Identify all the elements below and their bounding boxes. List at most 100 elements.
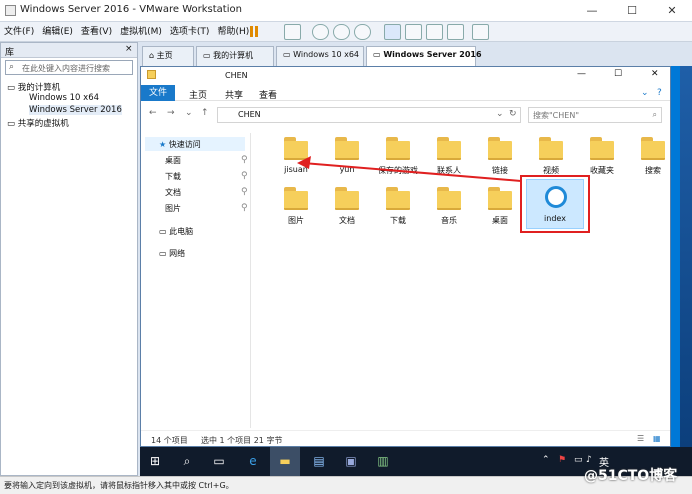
tray-up-icon[interactable]: ⌃ [542, 455, 550, 465]
watermark: @51CTO博客 [584, 468, 678, 484]
status-hint: 要将输入定向到该虚拟机，请将鼠标指针移入其中或按 Ctrl+G。 [4, 481, 234, 490]
large-icons-view-icon[interactable]: ▦ [653, 434, 661, 443]
nav-network[interactable]: ▭ 网络 [159, 248, 185, 262]
tab-home[interactable]: ⌂ 主页 [142, 46, 194, 66]
forward-arrow-icon[interactable]: → [167, 108, 175, 118]
tab-my-computer[interactable]: ▭ 我的计算机 [196, 46, 274, 66]
server-manager-icon[interactable]: ▤ [304, 447, 334, 476]
ribbon-file-tab[interactable]: 文件 [141, 85, 175, 101]
star-icon: ★ [159, 140, 169, 149]
minimize-button[interactable]: — [572, 0, 612, 22]
network-icon: ▭ [159, 249, 170, 258]
send-keys-icon[interactable] [284, 24, 301, 40]
tab-server2016[interactable]: ▭ Windows Server 2016 [366, 46, 482, 66]
vm-screen[interactable]: CHEN — ☐ ✕ 文件 主页 共享 查看 ⌄ ? ← → ⌄ ↑ CHEN … [140, 66, 692, 476]
library-search-placeholder: 在此处键入内容进行搜索 [22, 64, 110, 73]
library-view-icon[interactable] [384, 24, 401, 40]
tab-server2016-label: Windows Server 2016 [383, 50, 482, 59]
tree-vm-server2016-label: Windows Server 2016 [29, 105, 122, 115]
nav-downloads[interactable]: 下载 [165, 171, 181, 185]
search-icon[interactable]: ⌕ [172, 447, 202, 476]
dropdown-icon[interactable]: ⌄ [496, 109, 504, 119]
explorer-maximize-button[interactable]: ☐ [614, 69, 622, 79]
vm-icon: ▭ [283, 50, 294, 59]
internet-explorer-icon[interactable]: e [238, 447, 268, 476]
tree-shared-vms[interactable]: ▭ 共享的虚拟机 [7, 117, 69, 129]
explorer-close-button[interactable]: ✕ [651, 69, 659, 79]
fullscreen-icon[interactable] [426, 24, 443, 40]
tray-volume-icon[interactable]: ♪ [586, 455, 592, 465]
menu-view[interactable]: 查看(V) [77, 22, 116, 42]
network-app-icon[interactable]: ▣ [336, 447, 366, 476]
start-windows-icon[interactable]: ⊞ [140, 447, 170, 476]
details-view-icon[interactable]: ☰ [637, 434, 644, 443]
menu-tabs[interactable]: 选项卡(T) [166, 22, 214, 42]
ribbon-share-tab[interactable]: 共享 [225, 88, 243, 101]
up-arrow-icon[interactable]: ↑ [201, 108, 209, 118]
desktop-edge [680, 66, 692, 447]
nav-documents[interactable]: 文档 [165, 187, 181, 201]
chevron-down-icon[interactable]: ⌄ [641, 88, 649, 98]
tab-my-computer-label: 我的计算机 [213, 51, 254, 60]
address-bar-row: ← → ⌄ ↑ CHEN ⌄ ↻ 搜索"CHEN" ⌕ [141, 103, 670, 127]
thumbnail-view-icon[interactable] [405, 24, 422, 40]
app-icon[interactable]: ▥ [368, 447, 398, 476]
nav-desktop-label: 桌面 [165, 156, 181, 165]
folder-icon [147, 70, 156, 79]
maximize-button[interactable]: ☐ [612, 0, 652, 22]
window-title: Windows Server 2016 - VMware Workstation [20, 4, 242, 15]
library-title: 库 [5, 48, 15, 58]
pin-icon: ⚲ [241, 155, 248, 165]
ribbon-view-tab[interactable]: 查看 [259, 88, 277, 101]
explorer-statusbar: 14 个项目 选中 1 个项目 21 字节 ☰ ▦ [141, 430, 670, 447]
ribbon-home-tab[interactable]: 主页 [189, 88, 207, 101]
tree-shared-vms-label: 共享的虚拟机 [17, 119, 69, 129]
nav-quick-access-label: 快速访问 [168, 140, 201, 149]
search-icon: ⌕ [9, 62, 15, 72]
file-explorer-window: CHEN — ☐ ✕ 文件 主页 共享 查看 ⌄ ? ← → ⌄ ↑ CHEN … [140, 66, 671, 447]
back-arrow-icon[interactable]: ← [149, 108, 157, 118]
menu-file[interactable]: 文件(F) [0, 22, 38, 42]
pc-icon: ▭ [159, 227, 170, 236]
address-path: CHEN [238, 110, 261, 119]
menu-vm[interactable]: 虚拟机(M) [116, 22, 166, 42]
file-explorer-icon[interactable]: ▬ [270, 447, 300, 476]
console-view-icon[interactable] [472, 24, 489, 40]
pause-button[interactable] [248, 25, 260, 38]
library-search-input[interactable]: ⌕ 在此处键入内容进行搜索 [5, 60, 133, 75]
nav-downloads-label: 下载 [165, 172, 181, 181]
tree-my-computer[interactable]: ▭ 我的计算机 [7, 81, 60, 93]
snapshot-icon[interactable] [312, 24, 329, 40]
item-count: 14 个项目 [151, 436, 188, 445]
library-close-button[interactable]: × [125, 44, 133, 54]
vm-icon: ▭ [373, 50, 384, 59]
explorer-search-input[interactable]: 搜索"CHEN" ⌕ [528, 107, 662, 123]
nav-quick-access[interactable]: ★ 快速访问 [159, 139, 201, 153]
nav-desktop[interactable]: 桌面 [165, 155, 181, 169]
task-view-icon[interactable]: ▭ [204, 447, 234, 476]
library-header: 库 × [1, 43, 137, 58]
close-button[interactable]: ✕ [652, 0, 692, 22]
explorer-minimize-button[interactable]: — [577, 69, 586, 79]
tree-vm-win10[interactable]: Windows 10 x64 [29, 93, 99, 103]
tab-win10-label: Windows 10 x64 [293, 50, 359, 59]
tab-strip: ⌂ 主页 ▭ 我的计算机 ▭ Windows 10 x64 ▭ Windows … [140, 44, 692, 66]
revert-snapshot-icon[interactable] [333, 24, 350, 40]
pin-icon: ⚲ [241, 203, 248, 213]
tray-network-icon[interactable]: ▭ [574, 455, 583, 465]
unity-icon[interactable] [447, 24, 464, 40]
snapshot-manager-icon[interactable] [354, 24, 371, 40]
recent-chevron-icon[interactable]: ⌄ [185, 108, 193, 118]
tab-win10[interactable]: ▭ Windows 10 x64 [276, 46, 364, 66]
tray-flag-icon[interactable]: ⚑ [558, 455, 566, 465]
help-icon[interactable]: ? [657, 88, 662, 98]
tree-my-computer-label: 我的计算机 [17, 83, 61, 93]
refresh-icon[interactable]: ↻ [509, 109, 517, 119]
red-arrow-annotation [297, 156, 522, 182]
address-input[interactable]: CHEN ⌄ ↻ [217, 107, 521, 123]
nav-this-pc[interactable]: ▭ 此电脑 [159, 226, 193, 240]
menu-edit[interactable]: 编辑(E) [38, 22, 77, 42]
pin-icon: ⚲ [241, 171, 248, 181]
tree-vm-server2016[interactable]: Windows Server 2016 [29, 105, 122, 115]
nav-pictures[interactable]: 图片 [165, 203, 181, 217]
